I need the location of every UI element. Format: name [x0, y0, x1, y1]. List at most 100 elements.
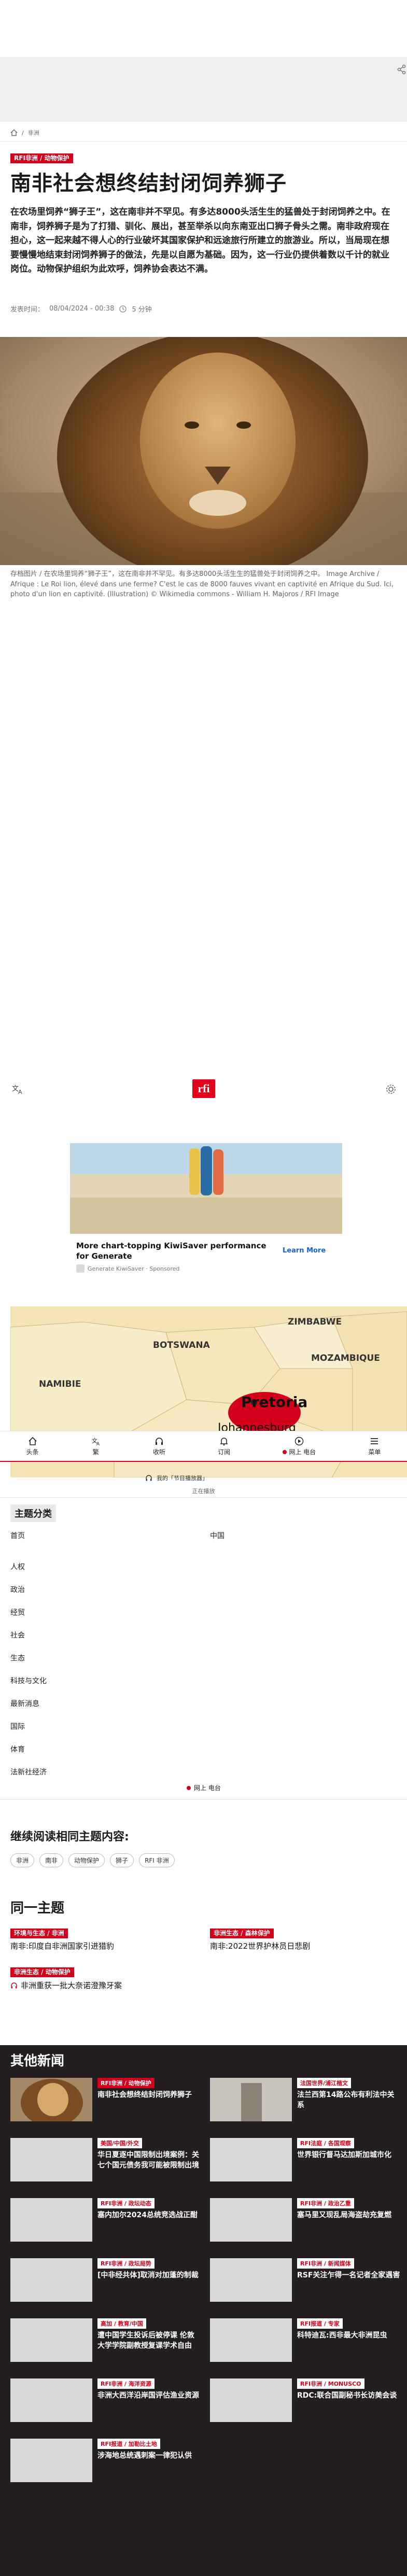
- news-card-title: [中非经共体]取消对加蓬的制裁: [97, 2271, 199, 2279]
- map-label-botswana: BOTSWANA: [153, 1340, 210, 1350]
- tab-listen[interactable]: 收听: [153, 1437, 165, 1456]
- rfi-logo[interactable]: rfi: [192, 1079, 215, 1098]
- sponsored-ad-image: [70, 1143, 342, 1234]
- radio-player-label: 我的「节目播放器」: [157, 1475, 208, 1482]
- article-category-badge[interactable]: RFI非洲 / 动物保护: [10, 153, 73, 164]
- home-icon[interactable]: [10, 129, 18, 136]
- article-lead: 在农场里饲养“狮子王”，这在南非并不罕见。有多达8000头活生生的猛兽处于封闭饲…: [10, 207, 390, 275]
- news-card[interactable]: 高加 / 教育/中国 遭中国学生投诉后被停课 伦敦大学学院副教授复课学术自由: [10, 2318, 203, 2368]
- news-card-badge: RFI报道 / 加勒比土地: [97, 2439, 160, 2449]
- tab-traditional[interactable]: 文A 繁: [91, 1437, 101, 1456]
- tab-menu[interactable]: 菜单: [368, 1437, 381, 1456]
- news-card-badge: RFI非洲 / 政坛局势: [97, 2258, 155, 2269]
- news-card-title: RSF关注乍得一名记者全家遇害: [297, 2271, 400, 2279]
- news-thumbnail: [10, 2439, 92, 2482]
- news-card[interactable]: RFI非洲 / 政坛局势 [中非经共体]取消对加蓬的制裁: [10, 2258, 203, 2308]
- news-card[interactable]: 美国/中国/外交 华日夏逐中国限制出境案例：关七个国元债务我可能被限制出境: [10, 2138, 203, 2188]
- news-card[interactable]: RFI报道 / 加勒比土地 涉海地总统遇刺案一律犯认供: [10, 2439, 203, 2488]
- svg-text:A: A: [96, 1442, 100, 1446]
- tag-chip[interactable]: 南非: [39, 1853, 64, 1867]
- topic-link[interactable]: 首页: [10, 1530, 25, 1541]
- topic-link[interactable]: 科技与文化: [10, 1676, 47, 1686]
- news-card-title: 遭中国学生投诉后被停课 伦敦大学学院副教授复课学术自由: [97, 2331, 194, 2350]
- news-card-badge: 美国/中国/外交: [97, 2138, 143, 2148]
- topic-link[interactable]: 最新消息: [10, 1698, 39, 1709]
- bottom-tabbar: 头条 文A 繁 收听 订阅 网上 电台 菜单: [0, 1431, 407, 1462]
- headphones-icon: [11, 1982, 17, 1989]
- news-card-title: RDC:联合国副秘书长访美会谈: [297, 2391, 397, 2400]
- news-thumbnail: [210, 2198, 292, 2242]
- topic-link[interactable]: 中国: [210, 1530, 224, 1541]
- news-card-badge: 高加 / 教育/中国: [97, 2318, 146, 2329]
- tag-chip[interactable]: 动物保护: [68, 1853, 105, 1867]
- same-topic-article[interactable]: 南非:印度自非洲国家引进猎豹: [10, 1941, 192, 1951]
- top-ad-banner[interactable]: [0, 57, 407, 122]
- news-thumbnail: [210, 2318, 292, 2362]
- topic-link[interactable]: 社会: [10, 1630, 25, 1640]
- sponsored-ad-title[interactable]: More chart-topping KiwiSaver performance…: [76, 1241, 268, 1262]
- topic-link[interactable]: 体育: [10, 1744, 25, 1754]
- news-thumbnail: [10, 2078, 92, 2121]
- topic-link[interactable]: 政治: [10, 1584, 25, 1595]
- tag-list: 非洲 南非 动物保护 狮子 RFI 非洲: [10, 1853, 175, 1867]
- news-card-badge: RFI报道 / 专家: [297, 2318, 343, 2329]
- news-card[interactable]: RFI非洲 / 政治乙重 塞马里又现乱局海盗劫充复燃: [210, 2198, 403, 2248]
- live-radio-link[interactable]: 网上 电台: [187, 1783, 221, 1792]
- news-card-title: 非洲大西洋沿岸国评估渔业资源: [97, 2391, 199, 2400]
- topic-link[interactable]: 法新社经济: [10, 1767, 47, 1777]
- news-card-title: 华日夏逐中国限制出境案例：关七个国元债务我可能被限制出境: [97, 2151, 199, 2170]
- news-card-title: 涉海地总统遇刺案一律犯认供: [97, 2452, 192, 2460]
- news-card-badge: RFI非洲 / 新闻媒体: [297, 2258, 354, 2269]
- gear-icon[interactable]: [385, 1083, 397, 1095]
- news-card-title: 塞内加尔2024总统竞选战正酣: [97, 2211, 198, 2219]
- news-card-title: 世界银行督马达加斯加城市化: [297, 2151, 391, 2159]
- news-thumbnail: [10, 2198, 92, 2242]
- tab-home[interactable]: 头条: [26, 1437, 39, 1456]
- topic-categories: 主题分类: [10, 1504, 407, 1522]
- divider: [0, 1497, 407, 1498]
- tag-chip[interactable]: 非洲: [10, 1853, 35, 1867]
- topic-link[interactable]: 人权: [10, 1561, 25, 1572]
- news-card[interactable]: RFI非洲 / MONUSCO RDC:联合国副秘书长访美会谈: [210, 2378, 403, 2428]
- tag-chip[interactable]: 狮子: [110, 1853, 134, 1867]
- translate-icon[interactable]: 文A: [11, 1083, 25, 1095]
- topic-link[interactable]: 生态: [10, 1653, 25, 1663]
- article-meta: 发表时间： 08/04/2024 - 00:38 5 分钟: [10, 304, 152, 314]
- article-title: 南非社会想终结封闭饲养狮子: [10, 172, 287, 195]
- share-icon[interactable]: [397, 64, 407, 75]
- news-card-title: 科特迪瓦:西非最大非洲昆虫: [297, 2331, 387, 2340]
- map-label-pretoria: Pretoria: [241, 1393, 308, 1411]
- learn-more-link[interactable]: Learn More: [283, 1247, 326, 1255]
- same-topic-article[interactable]: 南非:2022世界护林员日悲剧: [210, 1941, 391, 1951]
- breadcrumb-item-africa[interactable]: 非洲: [28, 129, 39, 137]
- same-topic-article[interactable]: 非洲重获一批大奈诺澄豫牙案: [10, 1980, 192, 1991]
- news-card[interactable]: RFI非洲 / 海洋资源 非洲大西洋沿岸国评估渔业资源: [10, 2378, 203, 2428]
- news-card[interactable]: RFI法庭 / 各国观察 世界银行督马达加斯加城市化: [210, 2138, 403, 2188]
- news-card[interactable]: RFI非洲 / 政坛动态 塞内加尔2024总统竞选战正酣: [10, 2198, 203, 2248]
- live-dot-icon: [187, 1785, 191, 1790]
- read-time: 5 分钟: [132, 306, 152, 314]
- radio-player[interactable]: 我的「节目播放器」: [145, 1471, 208, 1485]
- tab-subscribe[interactable]: 订阅: [218, 1437, 230, 1456]
- news-card[interactable]: RFI非洲 / 新闻媒体 RSF关注乍得一名记者全家遇害: [210, 2258, 403, 2308]
- topic-link[interactable]: 经贸: [10, 1607, 25, 1617]
- divider: [0, 141, 407, 142]
- radio-now-playing: 正在播放: [192, 1488, 215, 1495]
- news-card[interactable]: RFI非洲 / 动物保护 南非社会想终结封闭饲养狮子: [10, 2078, 203, 2128]
- article-category-badge[interactable]: 非洲生态 / 动物保护: [10, 1967, 74, 1978]
- tag-chip[interactable]: RFI 非洲: [139, 1853, 175, 1867]
- footer: [0, 2553, 407, 2576]
- photo-caption: 存档图片 / 在农场里饲养“狮子王”，这在南非并不罕见。有多达8000头活生生的…: [10, 570, 394, 598]
- top-blank: [0, 0, 407, 57]
- map-label-zimbabwe: ZIMBABWE: [288, 1317, 342, 1327]
- article-category-badge[interactable]: 环境与生态 / 非洲: [10, 1929, 68, 1939]
- topic-link[interactable]: 国际: [10, 1721, 25, 1732]
- article-category-badge[interactable]: 非洲生态 / 森林保护: [210, 1929, 274, 1939]
- news-card-badge: 法国世界/浦江楷文: [297, 2078, 352, 2088]
- sponsored-ad[interactable]: More chart-topping KiwiSaver performance…: [70, 1143, 342, 1288]
- news-card[interactable]: 法国世界/浦江楷文 法兰西第14路公布有利法中关系: [210, 2078, 403, 2128]
- map-label-mozambique: MOZAMBIQUE: [311, 1353, 380, 1363]
- tab-live-radio[interactable]: 网上 电台: [283, 1437, 316, 1456]
- news-card[interactable]: RFI报道 / 专家 科特迪瓦:西非最大非洲昆虫: [210, 2318, 403, 2368]
- news-card-title: 塞马里又现乱局海盗劫充复燃: [297, 2211, 391, 2219]
